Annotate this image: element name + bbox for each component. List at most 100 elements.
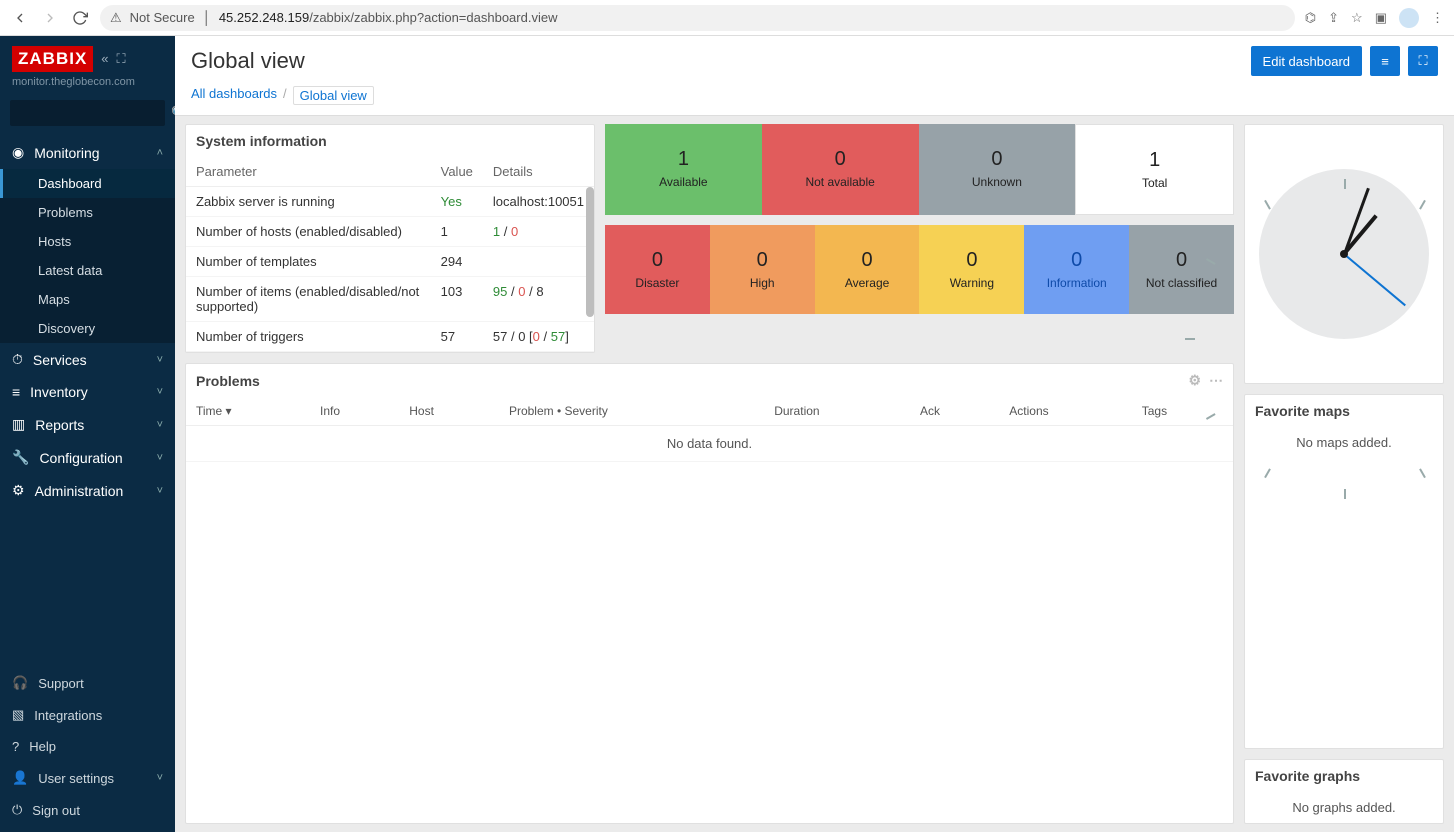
search-input[interactable] — [16, 106, 171, 120]
profile-icon[interactable] — [1399, 8, 1419, 28]
tile-count: 1 — [609, 148, 758, 171]
more-icon[interactable]: ⋯ — [1209, 372, 1223, 389]
hamburger-icon[interactable]: ≡ — [1370, 46, 1400, 76]
col-header[interactable]: Problem • Severity — [499, 397, 764, 426]
tile-available[interactable]: 1Available — [605, 124, 762, 215]
widget-title: Problems — [196, 373, 260, 389]
widget-problems: Problems ⚙ ⋯ Time ▾InfoHostProblem • Seve… — [185, 363, 1234, 824]
cell-param: Zabbix server is running — [186, 187, 431, 217]
cell-value: 1 — [431, 217, 483, 247]
tile-disaster[interactable]: 0Disaster — [605, 225, 710, 314]
fav-graphs-msg: No graphs added. — [1245, 792, 1443, 823]
tile-count: 1 — [1080, 149, 1229, 172]
clock-center — [1340, 250, 1348, 258]
nav-integrations[interactable]: ▧Integrations — [0, 699, 175, 731]
nav-label: Administration — [35, 483, 124, 499]
cell-value: Yes — [431, 187, 483, 217]
widget-favorite-maps: Favorite maps No maps added. — [1244, 394, 1444, 749]
tile-label: Disaster — [609, 276, 706, 290]
chevron-down-icon: ˅ — [157, 354, 163, 366]
nav-administration[interactable]: ⚙Administration˅ — [0, 474, 175, 507]
sidebar-item-discovery[interactable]: Discovery — [0, 314, 175, 343]
tile-label: Total — [1080, 176, 1229, 190]
tile-average[interactable]: 0Average — [815, 225, 920, 314]
col-header[interactable]: Host — [399, 397, 499, 426]
tile-not-available[interactable]: 0Not available — [762, 124, 919, 215]
nav-inventory[interactable]: ≡Inventory˅ — [0, 376, 175, 408]
table-row: Number of items (enabled/disabled/not su… — [186, 277, 594, 322]
sidebar: ZABBIX « ⛶ monitor.theglobecon.com 🔍 ◉ M… — [0, 36, 175, 832]
sidebar-item-dashboard[interactable]: Dashboard — [0, 169, 175, 198]
cell-param: Number of hosts (enabled/disabled) — [186, 217, 431, 247]
col-header[interactable]: Tags — [1132, 397, 1233, 426]
col-header[interactable]: Time ▾ — [186, 397, 310, 426]
collapse-sidebar-icon[interactable]: « — [101, 51, 108, 67]
edit-dashboard-button[interactable]: Edit dashboard — [1251, 46, 1362, 76]
sidebar-item-hosts[interactable]: Hosts — [0, 227, 175, 256]
table-row: Number of hosts (enabled/disabled)11 / 0 — [186, 217, 594, 247]
table-row: Number of templates294 — [186, 247, 594, 277]
expand-icon[interactable]: ⛶ — [117, 51, 126, 67]
nav-help[interactable]: ?Help — [0, 731, 175, 762]
nav-reports[interactable]: ▥Reports˅ — [0, 408, 175, 441]
gear-icon: ⚙ — [12, 482, 25, 499]
logo[interactable]: ZABBIX — [12, 46, 93, 72]
url-bar[interactable]: ⚠ Not Secure │ 45.252.248.159/zabbix/zab… — [100, 5, 1295, 31]
host-label: monitor.theglobecon.com — [0, 76, 175, 96]
fullscreen-icon[interactable]: ⛶ — [1408, 46, 1438, 76]
sidebar-item-maps[interactable]: Maps — [0, 285, 175, 314]
chevron-down-icon: ˅ — [157, 452, 163, 464]
col-header[interactable]: Duration — [764, 397, 910, 426]
tile-count: 0 — [923, 148, 1072, 171]
col-value: Value — [431, 157, 483, 187]
not-secure-label: Not Secure — [130, 10, 195, 25]
sidebar-item-latest-data[interactable]: Latest data — [0, 256, 175, 285]
col-parameter: Parameter — [186, 157, 431, 187]
share-icon[interactable]: ⇪ — [1328, 10, 1339, 26]
nav-monitoring[interactable]: ◉ Monitoring ˄ — [0, 136, 175, 169]
nav-user-settings[interactable]: 👤User settings˅ — [0, 762, 175, 794]
breadcrumb: All dashboards / Global view — [191, 76, 1438, 115]
tile-count: 0 — [819, 249, 916, 272]
nav-label: Services — [33, 352, 87, 368]
nav-label: Configuration — [39, 450, 122, 466]
eye-icon: ◉ — [12, 144, 24, 161]
sidebar-search[interactable]: 🔍 — [10, 100, 165, 126]
sidebar-item-problems[interactable]: Problems — [0, 198, 175, 227]
col-header[interactable]: Info — [310, 397, 399, 426]
gear-icon[interactable]: ⚙ — [1188, 372, 1201, 389]
nav-signout[interactable]: ⏻Sign out — [0, 794, 175, 826]
nav-configuration[interactable]: 🔧Configuration˅ — [0, 441, 175, 474]
tile-total[interactable]: 1 Total — [1075, 124, 1234, 215]
reload-button[interactable] — [70, 8, 90, 28]
fav-maps-msg: No maps added. — [1245, 427, 1443, 458]
clock-face — [1259, 169, 1429, 339]
breadcrumb-current[interactable]: Global view — [293, 86, 374, 105]
nav-services[interactable]: ⏱Services˅ — [0, 343, 175, 376]
question-icon: ? — [12, 739, 19, 754]
browser-right-icons: ⌬ ⇪ ☆ ▣ ⋮ — [1305, 8, 1444, 28]
nav-label: Integrations — [34, 708, 102, 723]
back-button[interactable] — [10, 8, 30, 28]
page-title: Global view — [191, 48, 305, 74]
tile-label: Not available — [766, 175, 915, 189]
tile-label: Warning — [923, 276, 1020, 290]
col-header[interactable]: Actions — [999, 397, 1131, 426]
menu-icon[interactable]: ⋮ — [1431, 10, 1444, 26]
tile-high[interactable]: 0High — [710, 225, 815, 314]
tile-not-classified[interactable]: 0Not classified — [1129, 225, 1234, 314]
tile-information[interactable]: 0Information — [1024, 225, 1129, 314]
forward-button[interactable] — [40, 8, 60, 28]
url-separator: │ — [203, 10, 211, 25]
cell-param: Number of items (enabled/disabled/not su… — [186, 277, 431, 322]
tile-warning[interactable]: 0Warning — [919, 225, 1024, 314]
star-icon[interactable]: ☆ — [1351, 10, 1363, 26]
breadcrumb-root[interactable]: All dashboards — [191, 86, 277, 105]
nav-support[interactable]: 🎧Support — [0, 667, 175, 699]
key-icon[interactable]: ⌬ — [1305, 10, 1316, 26]
tile-unknown[interactable]: 0Unknown — [919, 124, 1076, 215]
chevron-down-icon: ˅ — [157, 419, 163, 431]
panel-icon[interactable]: ▣ — [1375, 10, 1387, 26]
col-header[interactable]: Ack — [910, 397, 999, 426]
breadcrumb-sep: / — [283, 86, 287, 105]
